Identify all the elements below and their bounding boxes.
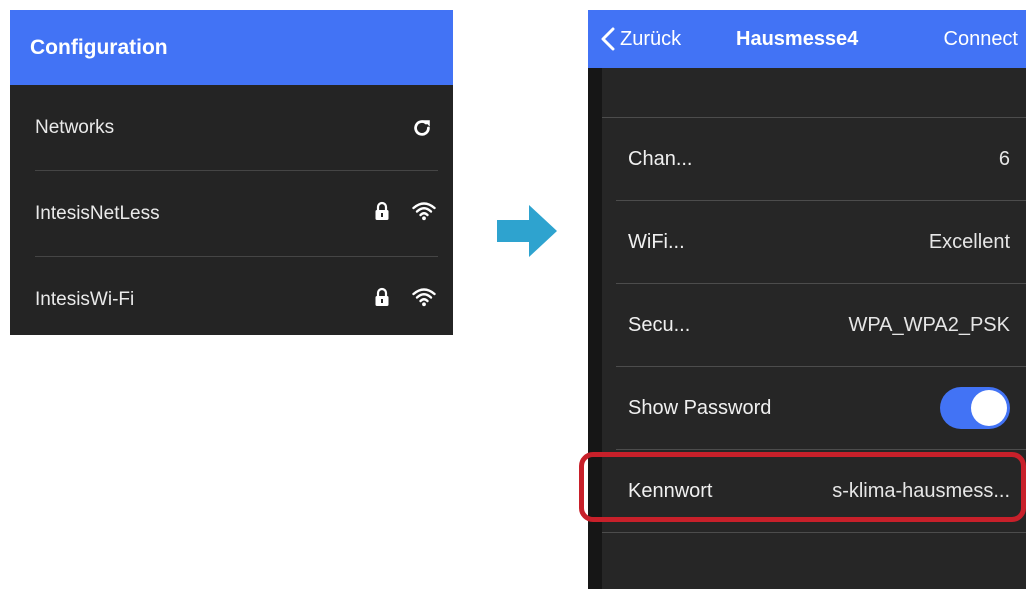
back-label: Zurück <box>620 27 682 50</box>
security-row: Secu... WPA_WPA2_PSK <box>628 284 1010 366</box>
channel-value: 6 <box>998 147 1010 170</box>
row-divider <box>602 532 1026 533</box>
panel-edge <box>588 10 602 589</box>
network-detail-panel: Zurück Hausmesse4 Connect Chan... 6 WiFi… <box>588 10 1026 589</box>
password-field[interactable]: s-klima-hausmess... <box>832 480 1010 503</box>
network-name: IntesisWi-Fi <box>35 288 135 310</box>
lock-icon <box>374 287 390 313</box>
networks-label: Networks <box>35 116 115 138</box>
network-name: IntesisNetLess <box>35 202 160 224</box>
networks-row: Networks <box>35 85 438 171</box>
lock-icon <box>374 201 390 227</box>
toggle-knob <box>971 390 1007 426</box>
nav-title: Hausmesse4 <box>736 27 859 50</box>
network-item-intesiswifi[interactable]: IntesisWi-Fi <box>35 257 438 335</box>
password-label: Kennwort <box>628 479 713 502</box>
configuration-header: Configuration <box>10 10 453 85</box>
show-password-toggle[interactable] <box>940 387 1010 429</box>
network-item-intesisnetless[interactable]: IntesisNetLess <box>35 171 438 257</box>
show-password-label: Show Password <box>628 396 772 419</box>
channel-row: Chan... 6 <box>628 118 1010 200</box>
wifi-signal-row: WiFi... Excellent <box>628 201 1010 283</box>
nav-bar: Zurück Hausmesse4 Connect <box>588 10 1026 68</box>
back-button[interactable]: Zurück <box>600 10 681 68</box>
wifi-signal-label: WiFi... <box>628 230 685 253</box>
arrow-right-icon <box>497 205 557 257</box>
connect-button[interactable]: Connect <box>944 10 1019 68</box>
security-value: WPA_WPA2_PSK <box>848 313 1010 336</box>
configuration-panel: Configuration Networks IntesisNetLess In… <box>10 10 453 335</box>
configuration-title: Configuration <box>30 35 168 59</box>
wifi-icon <box>412 201 436 227</box>
chevron-left-icon <box>601 27 615 51</box>
wifi-icon <box>412 287 436 313</box>
password-row[interactable]: Kennwort s-klima-hausmess... <box>628 450 1010 532</box>
wifi-signal-value: Excellent <box>928 230 1010 253</box>
refresh-icon[interactable] <box>408 114 436 142</box>
channel-label: Chan... <box>628 147 693 170</box>
show-password-row: Show Password <box>628 367 1010 449</box>
security-label: Secu... <box>628 313 691 336</box>
